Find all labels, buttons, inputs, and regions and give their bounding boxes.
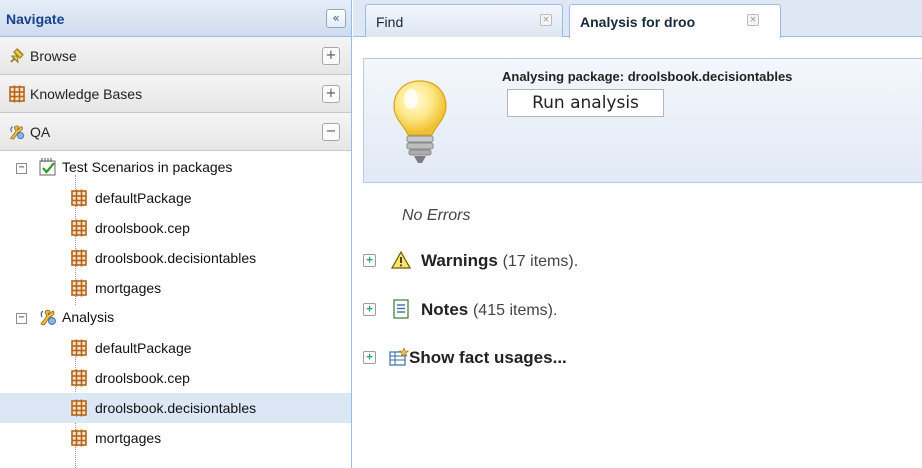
warnings-count: (17 items). [502,253,579,270]
section-knowledge-bases[interactable]: Knowledge Bases + [0,75,351,113]
expand-warnings-toggle[interactable]: + [363,254,376,267]
expand-fact-usages-toggle[interactable]: + [363,351,376,364]
section-browse[interactable]: Browse + [0,37,351,75]
collapse-qa-button[interactable]: − [322,123,340,141]
tab-find-label: Find [376,14,404,30]
tab-strip: Find × Analysis for droo × [353,0,922,38]
package-icon [70,249,88,267]
note-icon [393,299,409,319]
notes-title: Notes [421,300,469,319]
browse-icon [10,48,24,64]
section-knowledge-bases-label: Knowledge Bases [30,86,143,102]
package-icon [70,279,88,297]
close-tab-find-button[interactable]: × [540,14,552,26]
content-panel: Find × Analysis for droo × Analysing pac… [353,0,922,468]
tree-item-analysis-droolsbook-cep[interactable]: droolsbook.cep [0,363,351,393]
warning-icon [391,250,411,269]
package-icon [70,429,88,447]
tree-item-analysis-droolsbook-decisiontables[interactable]: droolsbook.decisiontables [0,393,351,423]
qa-icon [8,123,26,141]
navigate-title: Navigate [6,11,65,27]
section-qa-label: QA [30,124,51,140]
tree-toggle-test-scenarios[interactable]: − [16,163,27,174]
tree-item-label: droolsbook.cep [95,370,190,386]
qa-icon [38,307,58,327]
tree-item-label: defaultPackage [95,340,192,356]
notes-count: (415 items). [472,302,558,319]
warnings-row[interactable]: + Warnings (17 items). [363,249,663,275]
notes-row[interactable]: + Notes (415 items). [363,298,663,324]
navigate-panel: Navigate « Browse + Knowledge Bases + QA… [0,0,352,468]
tree-item-label: droolsbook.decisiontables [95,250,257,266]
tree-item-label: mortgages [95,280,162,296]
tree-item-test-default-package[interactable]: defaultPackage [0,183,351,213]
tree-item-label: droolsbook.cep [95,220,190,236]
close-tab-analysis-button[interactable]: × [747,14,759,26]
test-scenario-icon [39,158,56,176]
tab-find[interactable]: Find × [365,4,563,37]
tree-item-analysis-mortgages[interactable]: mortgages [0,423,351,453]
tree-item-test-droolsbook-decisiontables[interactable]: droolsbook.decisiontables [0,243,351,273]
tree-label-test-scenarios: Test Scenarios in packages [62,159,233,175]
section-browse-label: Browse [30,48,77,64]
warnings-label: Warnings (17 items). [421,251,578,271]
run-analysis-button[interactable]: Run analysis [507,89,664,117]
fact-usages-row[interactable]: + Show fact usages... [363,346,683,372]
tree-item-label: mortgages [95,430,162,446]
package-icon [70,399,88,417]
notes-label: Notes (415 items). [421,300,557,320]
tree-item-label: droolsbook.decisiontables [95,400,257,416]
tab-analysis-label: Analysis for droo [580,14,696,30]
package-icon [70,189,88,207]
tree-item-analysis-default-package[interactable]: defaultPackage [0,333,351,363]
tree-item-test-droolsbook-cep[interactable]: droolsbook.cep [0,213,351,243]
tree-item-test-mortgages[interactable]: mortgages [0,273,351,303]
package-icon [70,219,88,237]
expand-knowledge-bases-button[interactable]: + [322,85,340,103]
tree-label-analysis: Analysis [62,309,115,325]
tree-toggle-analysis[interactable]: − [16,313,27,324]
package-icon [70,339,88,357]
analysis-toolbar: Analysing package: droolsbook.decisionta… [363,58,922,183]
package-icon [8,85,26,103]
fact-table-icon [389,347,409,366]
expand-notes-toggle[interactable]: + [363,303,376,316]
package-icon [70,369,88,387]
warnings-title: Warnings [421,251,498,270]
expand-browse-button[interactable]: + [322,47,340,65]
tree-item-label: defaultPackage [95,190,192,206]
lightbulb-icon [393,80,447,163]
tree-node-test-scenarios[interactable]: − Test Scenarios in packages [0,151,351,183]
tree-node-analysis[interactable]: − Analysis [0,303,351,333]
analysing-package-text: Analysing package: droolsbook.decisionta… [502,69,793,84]
navigate-header: Navigate « [0,0,351,37]
show-fact-usages-label: Show fact usages... [409,348,567,367]
collapse-panel-button[interactable]: « [326,9,346,28]
qa-tree: − Test Scenarios in packages defaultPack… [0,151,351,468]
section-qa[interactable]: QA − [0,113,351,151]
no-errors-text: No Errors [402,207,471,224]
tab-analysis[interactable]: Analysis for droo × [569,4,781,38]
